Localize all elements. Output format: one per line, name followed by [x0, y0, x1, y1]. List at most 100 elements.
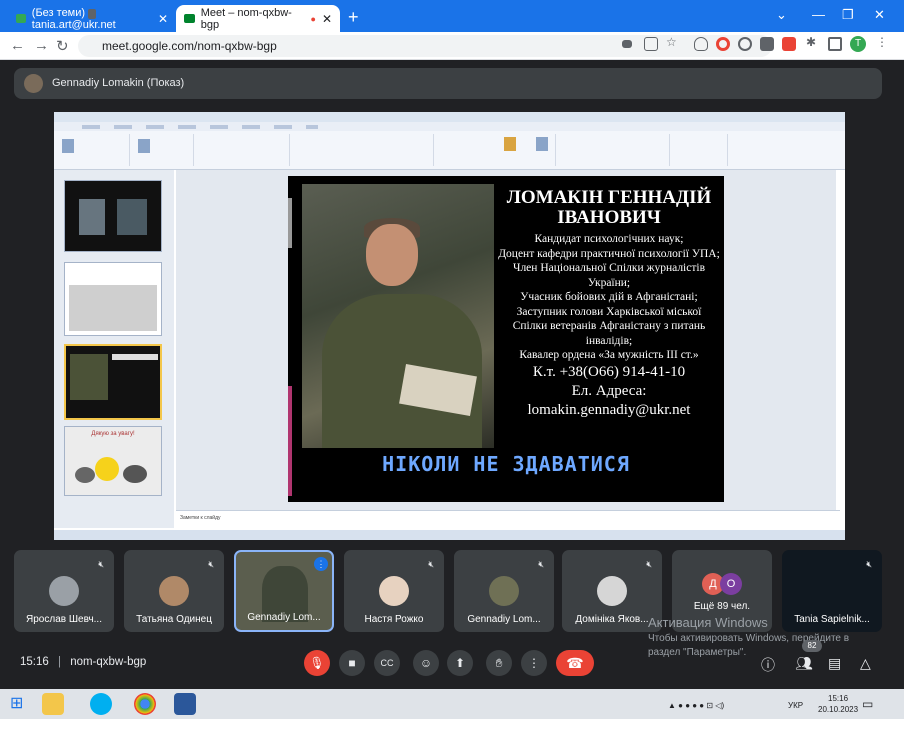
tab-label: Meet – nom-qxbw-bgp [200, 6, 292, 31]
word-icon[interactable] [174, 693, 196, 715]
minimize-button[interactable]: — [812, 7, 825, 22]
mic-off-icon: 🔇︎ [866, 559, 872, 569]
slide-line: Член Національної Спілки журналістів Укр… [512, 262, 706, 289]
participant-tile[interactable]: 🔇︎ Домініка Яков... [562, 550, 662, 632]
windows-activation-title: Активация Windows [648, 615, 768, 630]
mail-extension-icon[interactable] [782, 37, 796, 51]
windows-start-icon[interactable]: ⊞ [10, 693, 32, 715]
participant-tile[interactable]: 🔇︎ Tania Sapielnik... [782, 550, 882, 632]
more-menu-icon[interactable]: ⋮ [876, 35, 890, 49]
slide-thumbnail[interactable] [64, 262, 162, 336]
raise-hand-button[interactable]: ✋︎ [486, 650, 512, 676]
notes-pane[interactable]: Заметки к слайду [176, 510, 840, 528]
sidepanel-icon[interactable] [828, 37, 842, 51]
chat-icon[interactable]: ▤ [828, 655, 841, 672]
participant-tile-speaking[interactable]: ⋮ Gennadiy Lom... [234, 550, 334, 632]
close-window-button[interactable]: ✕ [874, 7, 885, 23]
new-tab-button[interactable]: + [348, 7, 359, 28]
more-options-button[interactable]: ⋮ [521, 650, 547, 676]
maximize-button[interactable]: ❐ [842, 7, 854, 23]
participant-name: Настя Рожко [364, 614, 424, 625]
avatar: О [720, 573, 742, 595]
forward-arrow-icon[interactable]: → [34, 37, 49, 54]
more-count: Ещё 89 чел. [693, 601, 751, 612]
new-slide-icon [138, 139, 150, 153]
file-explorer-icon[interactable] [42, 693, 64, 715]
close-icon[interactable]: ✕ [322, 12, 332, 26]
skype-icon[interactable] [90, 693, 112, 715]
bottom-margin [0, 719, 904, 734]
portrait-photo [302, 184, 494, 448]
speaking-indicator-icon: ⋮ [314, 557, 328, 571]
participant-name: Домініка Яков... [575, 614, 649, 625]
bookmark-star-icon[interactable]: ☆ [666, 35, 680, 49]
browser-tab-strip: (Без теми) • tania.art@ukr.net ✕ Meet – … [0, 0, 904, 32]
ribbon-group [672, 134, 728, 166]
back-arrow-icon[interactable]: ← [10, 37, 25, 54]
presenter-bar: Gennadiy Lomakin (Показ) [14, 68, 882, 99]
clock[interactable]: 15:16 20.10.2023 [818, 693, 858, 715]
present-button[interactable]: ⬆ [447, 650, 473, 676]
reactions-button[interactable]: ☺ [413, 650, 439, 676]
notifications-icon[interactable]: ▭ [862, 697, 873, 711]
slide-line: Кандидат психологічних наук; [534, 233, 684, 245]
slide-thumbnail[interactable]: Дякую за увагу! [64, 426, 162, 496]
camera-icon[interactable] [622, 40, 632, 48]
paste-icon [62, 139, 74, 153]
mic-off-icon: 🔇︎ [98, 559, 104, 569]
input-language[interactable]: УКР [788, 701, 803, 710]
slide-text-block: ЛОМАКІН ГЕННАДІЙ ІВАНОВИЧ Кандидат психо… [498, 188, 720, 420]
opera-icon[interactable] [716, 37, 730, 51]
extension-circle-icon[interactable] [738, 37, 752, 51]
tab-search-icon[interactable]: ⌄ [776, 7, 787, 23]
info-icon[interactable]: ⓘ [761, 655, 775, 675]
participant-tile[interactable]: 🔇︎ Настя Рожко [344, 550, 444, 632]
slides-panel: Дякую за увагу! [54, 170, 174, 528]
puzzle-icon[interactable]: ✱ [806, 35, 820, 49]
people-icon[interactable]: 👥︎ [795, 655, 813, 672]
lock-icon[interactable] [88, 9, 96, 19]
avatar [24, 74, 43, 93]
tray-icons[interactable]: ▲ ● ● ● ● ⊡ ◁) [668, 701, 724, 710]
participant-tile[interactable]: 🔇︎ Ярослав Шевч... [14, 550, 114, 632]
share-icon[interactable] [644, 37, 658, 51]
reload-icon[interactable]: ↻ [56, 37, 69, 55]
avatar [597, 576, 627, 606]
participant-tile[interactable]: 🔇︎ Gennadiy Lom... [454, 550, 554, 632]
avatar [159, 576, 189, 606]
captions-button[interactable]: CC [374, 650, 400, 676]
shared-screen: Дякую за увагу! ЛОМАКІН ГЕННАДІЙ ІВАНОВИ… [54, 112, 845, 540]
slide-email: lomakin.gennadiy@ukr.net [527, 401, 691, 418]
slide-name: ЛОМАКІН ГЕННАДІЙ ІВАНОВИЧ [506, 187, 712, 228]
clock-date: 20.10.2023 [818, 705, 859, 714]
slide-phone: К.т. +38(О66) 914-41-10 [532, 363, 686, 380]
leave-call-button[interactable]: ☎︎ [556, 650, 594, 676]
participant-tile[interactable]: 🔇︎ Татьяна Одинец [124, 550, 224, 632]
slide-thumbnail[interactable] [64, 180, 162, 252]
mic-off-icon: 🔇︎ [208, 559, 214, 569]
participant-name: Tania Sapielnik... [794, 614, 870, 625]
participant-name: Gennadiy Lom... [467, 614, 541, 625]
slide-address-label: Ел. Адреса: [571, 382, 647, 399]
slide-line: Доцент кафедри практичної психології УПА… [498, 247, 720, 260]
mic-off-icon: 🔇︎ [538, 559, 544, 569]
tab-meet[interactable]: Meet – nom-qxbw-bgp ● ✕ [176, 5, 340, 32]
ribbon-group [292, 134, 434, 166]
close-icon[interactable]: ✕ [158, 12, 168, 26]
extension-shield-icon[interactable] [694, 37, 708, 51]
slide-motto: НІКОЛИ НЕ ЗДАВАТИСЯ [382, 452, 630, 476]
avatar [489, 576, 519, 606]
activities-icon[interactable]: △ [860, 655, 871, 672]
slide-line: Учасник бойових дій в Афганістані; [520, 291, 698, 303]
camera-button[interactable]: ■ [339, 650, 365, 676]
thumb-title: Дякую за увагу! [91, 431, 135, 437]
extension-icon[interactable] [760, 37, 774, 51]
mic-off-button[interactable]: 🎙︎ [304, 650, 330, 676]
chrome-icon[interactable] [134, 693, 156, 715]
people-count-badge: 82 [802, 640, 822, 652]
profile-avatar[interactable]: T [850, 36, 866, 52]
mic-off-icon: 🔇︎ [646, 559, 652, 569]
ppt-title-bar [54, 112, 845, 122]
slide-thumbnail-selected[interactable] [64, 344, 162, 420]
ppt-ribbon-tabs [54, 122, 845, 131]
